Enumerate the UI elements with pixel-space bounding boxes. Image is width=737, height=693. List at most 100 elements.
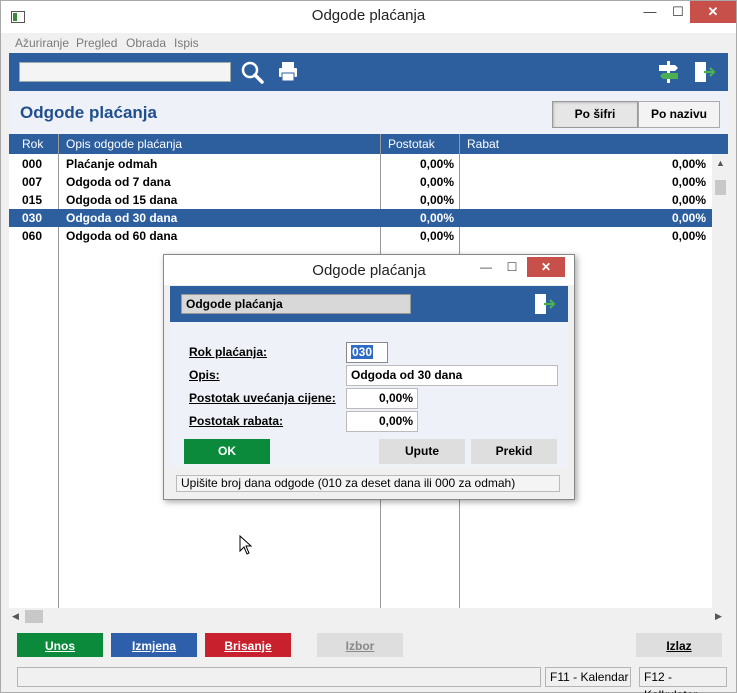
izmjena-button[interactable]: Izmjena [111,633,197,657]
izmjena-label: Izmjena [131,639,176,653]
close-button[interactable]: ✕ [690,1,736,23]
table-row[interactable]: 000 Plaćanje odmah 0,00% 0,00% [9,155,712,173]
cell-rabat: 0,00% [671,211,706,225]
edit-dialog: Odgode plaćanja — ☐ ✕ Odgode plaćanja Ro… [163,254,575,500]
cell-rabat: 0,00% [671,157,706,171]
unos-button[interactable]: Unos [17,633,103,657]
tab-po-nazivu-label: Po nazivu [650,107,707,121]
cell-rok: 015 [22,193,43,207]
izlaz-button[interactable]: Izlaz [636,633,722,657]
dialog-form: Rok plaćanja: 030 Opis: Odgoda od 30 dan… [170,322,568,467]
rabat-label: Postotak rabata: [189,414,284,428]
dialog-header: Odgode plaćanja [170,286,568,322]
menu-obrada[interactable]: Obrada [126,36,166,50]
maximize-button[interactable]: ☐ [664,1,692,23]
horizontal-scrollbar[interactable]: ◀ ▶ [9,608,728,625]
dialog-close-button[interactable]: ✕ [527,257,565,277]
cell-postotak: 0,00% [419,211,454,225]
search-icon[interactable] [240,60,266,84]
cell-opis: Odgoda od 60 dana [66,229,178,243]
tab-po-nazivu[interactable]: Po nazivu [638,101,720,128]
brisanje-label: Brisanje [224,639,272,653]
scroll-right-icon[interactable]: ▶ [715,611,722,622]
col-header-rabat[interactable]: Rabat [467,137,499,151]
cell-postotak: 0,00% [419,193,454,207]
scroll-left-icon[interactable]: ◀ [12,611,19,622]
menu-ispis[interactable]: Ispis [174,36,199,50]
cell-opis: Odgoda od 15 dana [66,193,178,207]
scroll-thumb[interactable] [715,180,726,195]
postotak-field[interactable]: 0,00% [346,388,418,409]
dialog-maximize-button[interactable]: ☐ [499,257,525,277]
izlaz-label: Izlaz [666,639,692,653]
dialog-title-bar: Odgode plaćanja — ☐ ✕ [164,255,574,285]
table-row-selected[interactable]: 030 Odgoda od 30 dana 0,00% 0,00% [9,209,712,227]
tab-po-sifri[interactable]: Po šifri [552,101,638,128]
cell-rok: 000 [22,157,43,171]
ok-button[interactable]: OK [184,439,270,464]
cell-postotak: 0,00% [419,157,454,171]
vertical-scrollbar[interactable]: ▲ [712,154,728,608]
search-input[interactable] [19,62,231,82]
opis-label: Opis: [189,368,220,382]
page-header: Odgode plaćanja Po šifri Po nazivu [9,91,728,134]
rok-value: 030 [351,345,374,359]
cell-rok: 030 [22,211,43,225]
page-title: Odgode plaćanja [20,103,157,122]
status-f11[interactable]: F11 - Kalendar [545,667,631,687]
printer-icon[interactable] [276,60,302,84]
mouse-cursor-icon [239,534,253,558]
dialog-header-title: Odgode plaćanja [181,294,411,314]
cell-rabat: 0,00% [671,193,706,207]
exit-icon[interactable] [532,292,558,316]
rok-label: Rok plaćanja: [189,345,268,359]
postotak-label: Postotak uvećanja cijene: [189,391,336,405]
cell-rok: 007 [22,175,43,189]
unos-label: Unos [45,639,75,653]
brisanje-button[interactable]: Brisanje [205,633,291,657]
table-row[interactable]: 015 Odgoda od 15 dana 0,00% 0,00% [9,191,712,209]
menu-azuriranje[interactable]: Ažuriranje [15,36,69,50]
cell-postotak: 0,00% [419,229,454,243]
tab-po-sifri-label: Po šifri [574,107,616,121]
rabat-field[interactable]: 0,00% [346,411,418,432]
table-row[interactable]: 007 Odgoda od 7 dana 0,00% 0,00% [9,173,712,191]
scroll-thumb[interactable] [25,610,43,623]
window-title: Odgode plaćanja [311,7,426,24]
cell-opis: Odgoda od 30 dana [66,211,178,225]
col-header-postotak[interactable]: Postotak [388,137,435,151]
cell-opis: Odgoda od 7 dana [66,175,171,189]
status-f12[interactable]: F12 - Kalkulator [639,667,727,693]
menu-pregled[interactable]: Pregled [76,36,117,50]
status-message [17,667,541,687]
dialog-minimize-button[interactable]: — [473,257,499,277]
upute-label: Upute [405,444,439,458]
status-bar: F11 - Kalendar F12 - Kalkulator [9,667,728,693]
scroll-up-icon[interactable]: ▲ [716,158,725,168]
dialog-status: Upišite broj dana odgode (010 za deset d… [176,475,560,492]
ok-label: OK [218,444,236,458]
action-bar: Unos Izmjena Brisanje Izbor Izlaz [9,625,728,665]
opis-field[interactable]: Odgoda od 30 dana [346,365,558,386]
izbor-button[interactable]: Izbor [317,633,403,657]
cell-opis: Plaćanje odmah [66,157,158,171]
col-header-opis[interactable]: Opis odgode plaćanja [66,137,182,151]
upute-button[interactable]: Upute [379,439,465,464]
prekid-label: Prekid [495,444,533,458]
prekid-button[interactable]: Prekid [471,439,557,464]
title-bar: Odgode plaćanja — ☐ ✕ [1,1,736,33]
table-row[interactable]: 060 Odgoda od 60 dana 0,00% 0,00% [9,227,712,245]
signpost-icon[interactable] [656,60,682,84]
menu-bar: Ažuriranje Pregled Obrada Ispis [1,33,736,53]
grid-header: Rok Opis odgode plaćanja Postotak Rabat [9,134,728,154]
cell-rabat: 0,00% [671,229,706,243]
exit-icon[interactable] [692,60,718,84]
cell-rok: 060 [22,229,43,243]
col-header-rok[interactable]: Rok [22,137,43,151]
toolbar [9,53,728,91]
cell-postotak: 0,00% [419,175,454,189]
rok-field[interactable]: 030 [346,342,388,363]
cell-rabat: 0,00% [671,175,706,189]
minimize-button[interactable]: — [636,1,664,23]
izbor-label: Izbor [345,639,375,653]
